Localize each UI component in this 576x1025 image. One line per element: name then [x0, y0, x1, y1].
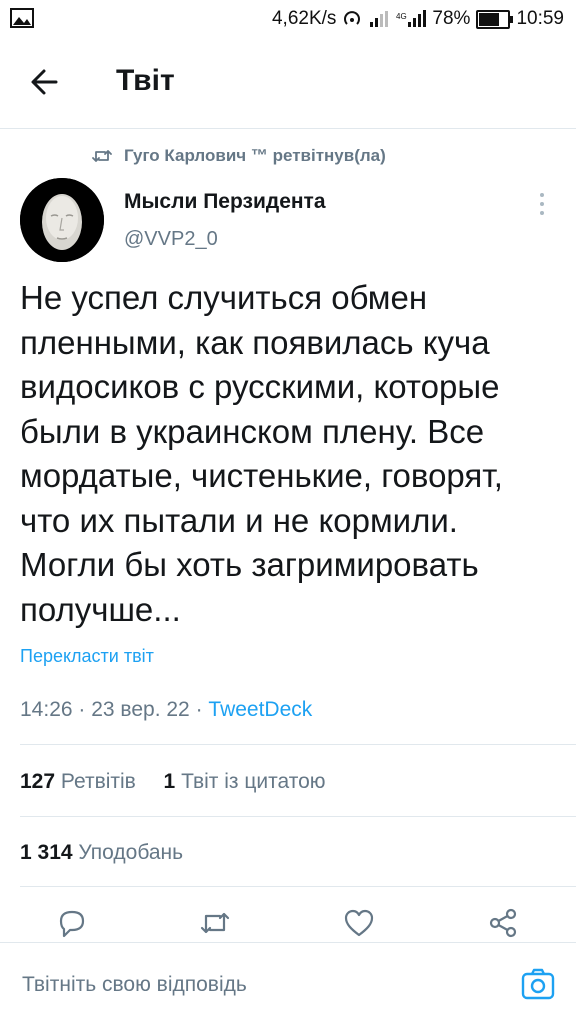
quotes-label: Твіт із цитатою: [181, 770, 326, 793]
tweet-text: Не успел случиться обмен пленными, как п…: [20, 276, 560, 632]
camera-icon[interactable]: [520, 967, 556, 1001]
page-title: Твіт: [116, 64, 175, 97]
more-options-icon[interactable]: [536, 190, 548, 218]
status-bar: 4,62K/s 4G 78% 10:59: [0, 0, 576, 40]
tweet-line: Не успел случиться обмен: [20, 279, 428, 316]
tweet-line: были в украинском плену. Все: [20, 412, 485, 450]
tweet-line: что их пытали и не кормили.: [20, 501, 458, 539]
share-icon[interactable]: [486, 906, 520, 940]
quotes-count: 1: [163, 770, 176, 793]
likes-label: Уподобань: [78, 841, 184, 864]
top-app-bar: Твіт: [0, 40, 576, 129]
divider: [20, 886, 576, 887]
retweets-stat[interactable]: 127 Ретвітів: [20, 770, 136, 793]
status-bar-right: 4,62K/s 4G 78% 10:59: [272, 6, 564, 32]
author-handle[interactable]: @VVP2_0: [124, 228, 218, 251]
author-name[interactable]: Мысли Перзидента: [124, 190, 326, 214]
avatar-image: [20, 178, 104, 262]
retweets-count: 127: [20, 770, 56, 793]
tweet-line: пленными, как появилась куча: [20, 323, 490, 361]
svg-text:4G: 4G: [396, 12, 407, 21]
translate-tweet-link[interactable]: Перекласти твіт: [20, 646, 154, 667]
tweet-date: 23 вер. 22: [91, 698, 190, 721]
retweet-small-icon: [92, 150, 112, 162]
battery-icon: [476, 9, 514, 29]
battery-percent: 78%: [432, 8, 471, 29]
signal-4g-icon: 4G: [396, 10, 427, 27]
divider: [20, 816, 576, 817]
reply-composer[interactable]: Твітніть свою відповідь: [0, 942, 576, 1025]
tweet-line: видосиков с русскими, которые: [20, 368, 500, 405]
clock: 10:59: [516, 8, 564, 29]
network-speed: 4,62K/s: [271, 8, 337, 29]
retweet-icon[interactable]: [198, 906, 232, 940]
avatar[interactable]: [20, 178, 104, 262]
like-icon[interactable]: [342, 906, 376, 940]
meta-separator: ·: [78, 698, 92, 721]
signal-icon: [370, 11, 389, 27]
meta-separator: ·: [195, 698, 209, 721]
hotspot-icon: [344, 11, 361, 25]
tweet-time: 14:26: [20, 698, 73, 721]
retweets-label: Ретвітів: [60, 770, 136, 793]
tweet-meta: 14:26 · 23 вер. 22 · TweetDeck: [20, 698, 312, 722]
back-arrow-icon[interactable]: [26, 62, 66, 102]
tweet-line: получше...: [20, 590, 181, 628]
reply-icon[interactable]: [55, 906, 89, 940]
likes-stat[interactable]: 1 314 Уподобань: [20, 841, 183, 865]
retweet-stats: 127 Ретвітів 1 Твіт із цитатою: [20, 770, 326, 794]
likes-count: 1 314: [20, 841, 73, 864]
retweeted-by[interactable]: Гуго Карлович ™ ретвітнув(ла): [92, 146, 386, 166]
retweeted-by-label: Гуго Карлович ™ ретвітнув(ла): [124, 146, 386, 165]
tweet-line: Могли бы хоть загримировать: [20, 546, 479, 583]
reply-input[interactable]: Твітніть свою відповідь: [22, 973, 247, 997]
divider: [20, 744, 576, 745]
tweet-line: мордатые, чистенькие, говорят,: [20, 457, 503, 494]
tweet-actions: [0, 900, 576, 948]
gallery-notification-icon: [10, 8, 34, 28]
quotes-stat[interactable]: 1 Твіт із цитатою: [164, 770, 326, 793]
tweet-source-link[interactable]: TweetDeck: [208, 698, 312, 721]
